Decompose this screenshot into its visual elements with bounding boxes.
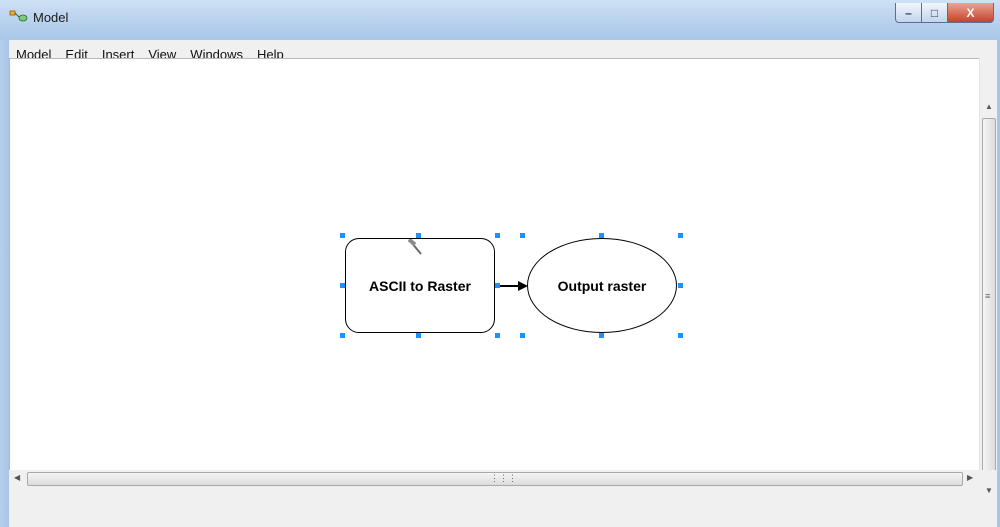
selection-handle[interactable] bbox=[340, 283, 345, 288]
selection-handle[interactable] bbox=[678, 333, 683, 338]
resize-grip[interactable] bbox=[979, 470, 996, 487]
selection-handle[interactable] bbox=[340, 233, 345, 238]
selection-handle[interactable] bbox=[495, 333, 500, 338]
selection-handle[interactable] bbox=[416, 233, 421, 238]
tool-node-label: ASCII to Raster bbox=[369, 277, 471, 294]
title-bar[interactable]: Model – □ X bbox=[0, 0, 1000, 40]
scroll-left-arrow-icon[interactable]: ◀ bbox=[14, 473, 20, 482]
window-frame-left bbox=[0, 40, 9, 527]
selection-handle[interactable] bbox=[495, 233, 500, 238]
vertical-scrollbar[interactable]: ▲ ≡ ▼ bbox=[979, 58, 997, 495]
selection-handle[interactable] bbox=[520, 233, 525, 238]
model-canvas[interactable]: ASCII to Raster Output raster bbox=[9, 58, 980, 471]
model-app-icon bbox=[9, 10, 28, 22]
window-title: Model bbox=[33, 10, 69, 25]
horizontal-scrollbar[interactable]: ◀ ⋮⋮⋮ ▶ bbox=[9, 470, 979, 487]
hammer-icon bbox=[407, 239, 422, 255]
horizontal-scroll-thumb[interactable]: ⋮⋮⋮ bbox=[27, 472, 963, 486]
selection-handle[interactable] bbox=[520, 333, 525, 338]
selection-handle[interactable] bbox=[678, 233, 683, 238]
selection-handle[interactable] bbox=[599, 233, 604, 238]
scroll-grip-icon: ⋮⋮⋮ bbox=[490, 473, 517, 483]
vertical-scroll-thumb[interactable]: ≡ bbox=[982, 118, 996, 480]
window-controls: – □ X bbox=[895, 3, 994, 25]
scroll-down-arrow-icon[interactable]: ▼ bbox=[985, 486, 993, 495]
scroll-up-arrow-icon[interactable]: ▲ bbox=[985, 102, 993, 111]
output-node-output-raster[interactable]: Output raster bbox=[527, 238, 677, 333]
minimize-button[interactable]: – bbox=[895, 3, 922, 23]
scroll-grip-icon: ≡ bbox=[985, 291, 991, 301]
selection-handle[interactable] bbox=[599, 333, 604, 338]
selection-handle[interactable] bbox=[416, 333, 421, 338]
output-node-label: Output raster bbox=[557, 277, 647, 294]
close-button[interactable]: X bbox=[948, 3, 994, 23]
selection-handle[interactable] bbox=[495, 283, 500, 288]
scroll-right-arrow-icon[interactable]: ▶ bbox=[967, 473, 973, 482]
selection-handle[interactable] bbox=[340, 333, 345, 338]
maximize-button[interactable]: □ bbox=[922, 3, 948, 23]
selection-handle[interactable] bbox=[678, 283, 683, 288]
